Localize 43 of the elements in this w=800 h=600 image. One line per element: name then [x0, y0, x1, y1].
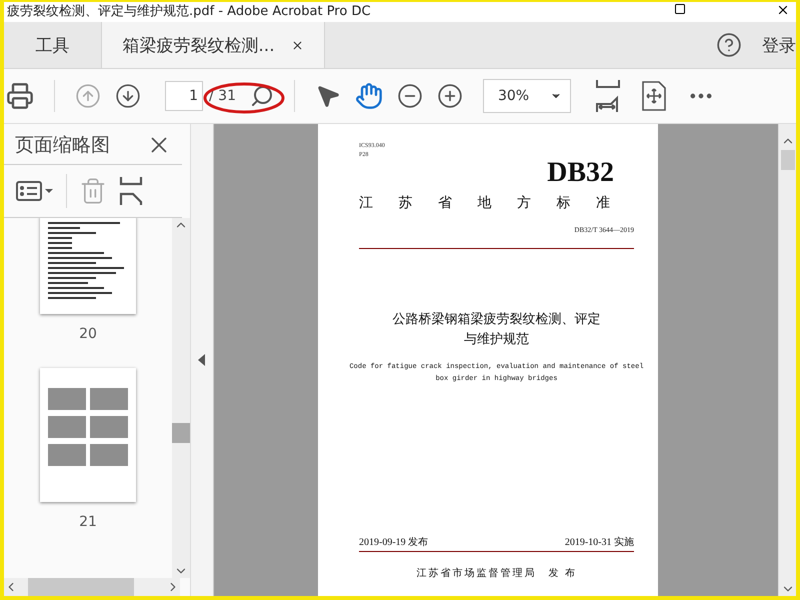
zoom-out-icon[interactable] — [396, 83, 423, 109]
login-link[interactable]: 登录 — [762, 34, 796, 56]
next-page-icon[interactable] — [115, 83, 141, 109]
panel-title: 页面缩略图 — [15, 133, 110, 158]
photo-placeholder — [48, 416, 86, 438]
scroll-thumb[interactable] — [172, 423, 190, 443]
standard-code: DB32 — [547, 160, 614, 186]
hand-icon[interactable] — [354, 82, 383, 110]
zoom-dropdown[interactable]: 30% — [482, 79, 571, 113]
page-number: 21 — [79, 514, 97, 530]
scrollbar[interactable] — [778, 124, 796, 596]
photo-placeholder — [48, 444, 86, 466]
document-title: 与维护规范 — [464, 330, 529, 348]
photo-placeholder — [48, 388, 86, 410]
implementation-date: 2019-10-31 实施 — [564, 536, 634, 549]
help-icon[interactable] — [716, 32, 742, 58]
photo-placeholder — [90, 388, 128, 410]
zoom-in-icon[interactable] — [436, 83, 463, 109]
standard-heading: 江 苏 省 地 方 标 准 — [359, 194, 611, 212]
close-tab-icon[interactable] — [290, 38, 304, 52]
document-title: 公路桥梁钢箱梁疲劳裂纹检测、评定 — [392, 310, 600, 328]
scrollbar[interactable] — [172, 218, 190, 578]
maximize-icon[interactable] — [674, 3, 686, 15]
search-icon[interactable] — [250, 84, 274, 108]
options-icon[interactable] — [16, 178, 54, 204]
print-icon[interactable] — [6, 82, 34, 110]
release-date: 2019-09-19 发布 — [359, 536, 428, 549]
publisher: 江苏省市场监督管理局 发 布 — [416, 566, 577, 580]
window-title: 疲劳裂纹检测、评定与维护规范.pdf - Adobe Acrobat Pro DC — [7, 3, 371, 21]
tab[interactable]: 箱梁疲劳裂纹检测... — [102, 22, 325, 68]
scrollbar[interactable] — [4, 578, 180, 596]
page-thumbnail[interactable] — [40, 368, 136, 502]
fit-page-icon[interactable] — [594, 79, 621, 113]
collapse-icon[interactable] — [198, 354, 206, 366]
scroll-thumb[interactable] — [780, 150, 794, 170]
close-icon[interactable] — [776, 3, 790, 17]
photo-placeholder — [90, 444, 128, 466]
insert-page-icon[interactable] — [119, 176, 143, 206]
page-number: 20 — [79, 326, 97, 342]
photo-placeholder — [90, 416, 128, 438]
page-thumbnail[interactable] — [40, 218, 136, 314]
page-number-field[interactable]: 1 — [165, 81, 203, 111]
page-move-icon[interactable] — [640, 81, 667, 111]
